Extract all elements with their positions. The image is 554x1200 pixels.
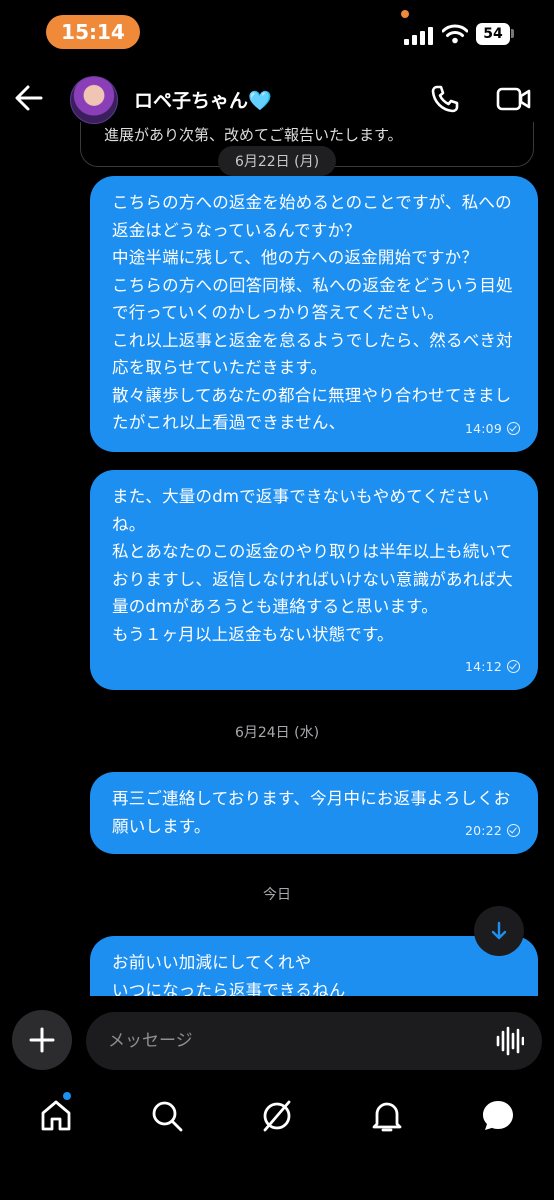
bell-icon xyxy=(372,1102,402,1132)
voice-wave-icon[interactable] xyxy=(496,1026,524,1056)
sent-message-bubble[interactable]: 再三ご連絡しております、今月中にお返事よろしくお願いします。 20:22 xyxy=(90,772,538,854)
message-time: 20:22 xyxy=(464,822,502,838)
read-check-icon xyxy=(507,421,520,435)
plus-icon xyxy=(29,1027,55,1053)
search-icon xyxy=(152,1101,183,1132)
privacy-indicator-dot xyxy=(401,10,409,18)
message-input[interactable] xyxy=(86,1012,542,1070)
message-meta: 14:12 xyxy=(465,653,520,681)
date-separator: 今日 xyxy=(263,887,291,903)
compass-icon xyxy=(263,1100,291,1132)
avatar[interactable] xyxy=(70,76,118,124)
date-separator: 6月24日 (水) xyxy=(234,725,320,741)
attach-button[interactable] xyxy=(12,1010,72,1070)
cellular-signal-icon xyxy=(404,27,433,45)
previous-message-text: 進展があり次第、改めてご報告いたします。 xyxy=(104,126,403,144)
status-time: 15:14 xyxy=(46,15,140,49)
arrow-down-icon xyxy=(491,921,507,940)
message-time: 14:12 xyxy=(464,658,502,674)
phone-icon[interactable] xyxy=(430,84,460,114)
wifi-icon xyxy=(442,24,468,44)
battery-tip xyxy=(511,29,514,38)
nav-notifications[interactable] xyxy=(369,1098,405,1134)
message-time: 14:09 xyxy=(464,420,502,436)
chat-bubble-icon xyxy=(483,1101,513,1130)
nav-messages[interactable] xyxy=(480,1098,516,1134)
sent-message-bubble[interactable]: こちらの方への返金を始めるとのことですが、私への返金はどうなっているんですか？ … xyxy=(90,176,538,452)
scroll-to-bottom-button[interactable] xyxy=(474,906,524,956)
message-meta: 14:09 xyxy=(465,415,520,443)
message-text: こちらの方への返金を始めるとのことですが、私への返金はどうなっているんですか？ … xyxy=(112,193,513,432)
home-icon xyxy=(41,1100,71,1131)
message-meta: 20:22 xyxy=(465,817,520,845)
nav-home[interactable] xyxy=(38,1098,74,1134)
sent-message-bubble[interactable]: また、大量のdmで返事できないもやめてくださいね。 私とあなたのこの返金のやり取… xyxy=(90,470,538,690)
message-text: 再三ご連絡しております、今月中にお返事よろしくお願いします。 xyxy=(112,789,511,836)
arrow-left-icon[interactable] xyxy=(14,84,44,112)
date-separator: 6月22日 (月) xyxy=(218,146,336,176)
message-text: また、大量のdmで返事できないもやめてくださいね。 私とあなたのこの返金のやり取… xyxy=(112,487,513,644)
read-check-icon xyxy=(507,823,520,837)
video-camera-icon[interactable] xyxy=(496,86,532,112)
nav-search[interactable] xyxy=(149,1098,185,1134)
read-check-icon xyxy=(507,659,520,673)
battery-indicator: 54 xyxy=(476,23,510,45)
nav-explore[interactable] xyxy=(259,1098,295,1134)
contact-name[interactable]: ロペ子ちゃん🩵 xyxy=(134,86,272,113)
notification-dot xyxy=(63,1092,71,1100)
